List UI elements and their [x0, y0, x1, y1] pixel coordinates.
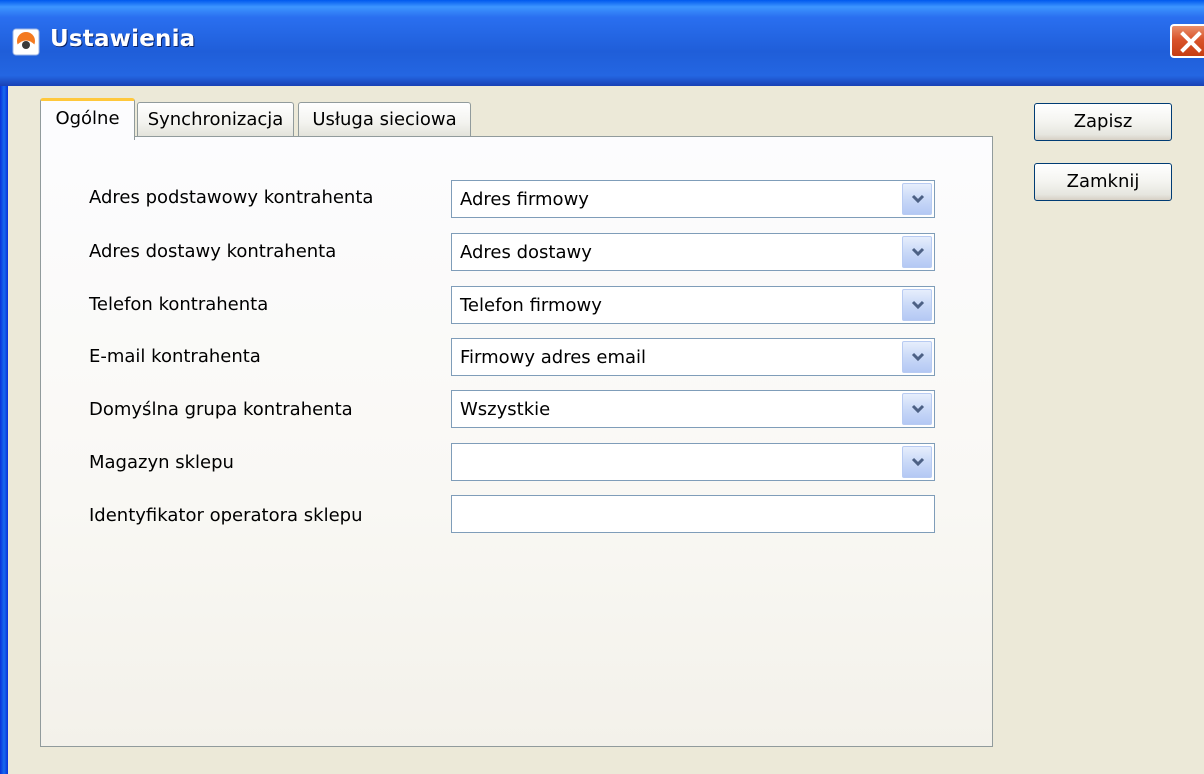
title-bar[interactable]: Ustawienia: [0, 0, 1204, 86]
label-delivery-address: Adres dostawy kontrahenta: [89, 241, 337, 262]
chevron-down-icon: [911, 247, 925, 257]
chevron-down-icon: [911, 194, 925, 204]
phone-select[interactable]: Telefon firmowy: [451, 286, 935, 324]
app-logo-icon: [12, 28, 40, 56]
label-operator-id: Identyfikator operatora sklepu: [89, 505, 363, 526]
close-window-button[interactable]: [1170, 24, 1204, 58]
phone-value: Telefon firmowy: [460, 295, 602, 316]
label-store-warehouse: Magazyn sklepu: [89, 452, 234, 473]
email-select[interactable]: Firmowy adres email: [451, 338, 935, 376]
default-group-value: Wszystkie: [460, 399, 551, 420]
store-warehouse-dropdown-button[interactable]: [902, 446, 932, 478]
save-button[interactable]: Zapisz: [1034, 103, 1172, 141]
close-button[interactable]: Zamknij: [1034, 163, 1172, 201]
label-email: E-mail kontrahenta: [89, 346, 261, 367]
primary-address-value: Adres firmowy: [460, 189, 589, 210]
phone-dropdown-button[interactable]: [902, 289, 932, 321]
store-warehouse-select[interactable]: [451, 443, 935, 481]
chevron-down-icon: [911, 404, 925, 414]
default-group-dropdown-button[interactable]: [902, 393, 932, 425]
primary-address-dropdown-button[interactable]: [902, 183, 932, 215]
chevron-down-icon: [911, 457, 925, 467]
label-default-group: Domyślna grupa kontrahenta: [89, 399, 353, 420]
tab-panel-general: Adres podstawowy kontrahenta Adres firmo…: [40, 136, 993, 747]
chevron-down-icon: [911, 300, 925, 310]
tab-web-service[interactable]: Usługa sieciowa: [298, 102, 471, 136]
label-phone: Telefon kontrahenta: [89, 294, 269, 315]
delivery-address-dropdown-button[interactable]: [902, 236, 932, 268]
close-icon: [1180, 31, 1202, 53]
delivery-address-select[interactable]: Adres dostawy: [451, 233, 935, 271]
operator-id-input[interactable]: [451, 495, 935, 533]
default-group-select[interactable]: Wszystkie: [451, 390, 935, 428]
window-frame-left: [0, 86, 8, 774]
tab-general[interactable]: Ogólne: [40, 98, 135, 140]
tab-synchronization[interactable]: Synchronizacja: [137, 102, 294, 136]
window-title: Ustawienia: [50, 26, 196, 52]
email-dropdown-button[interactable]: [902, 341, 932, 373]
primary-address-select[interactable]: Adres firmowy: [451, 180, 935, 218]
email-value: Firmowy adres email: [460, 347, 647, 368]
label-primary-address: Adres podstawowy kontrahenta: [89, 187, 374, 208]
delivery-address-value: Adres dostawy: [460, 242, 592, 263]
chevron-down-icon: [911, 352, 925, 362]
settings-window: Ustawienia Ogólne Synchronizacja Usługa …: [0, 0, 1204, 774]
